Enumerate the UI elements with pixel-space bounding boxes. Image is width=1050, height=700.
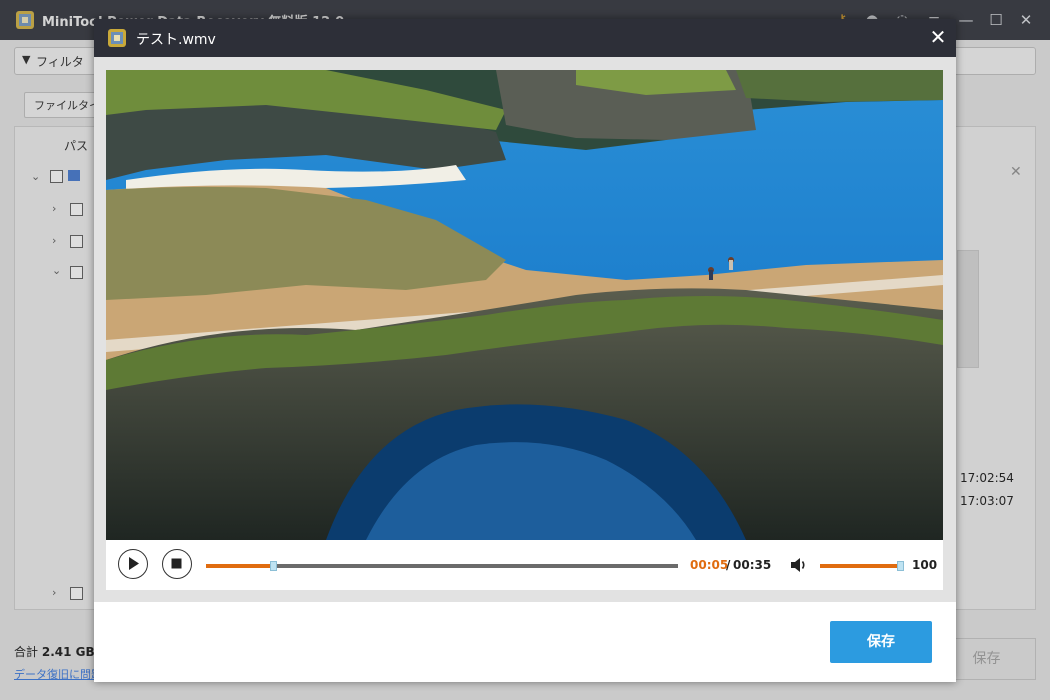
dialog-title: テスト.wmv (136, 32, 216, 48)
play-icon (129, 557, 139, 570)
progress-bar[interactable] (206, 561, 678, 571)
volume-icon[interactable] (788, 554, 810, 576)
volume-fill (820, 564, 898, 568)
play-button[interactable] (118, 549, 148, 579)
video-frame[interactable] (106, 70, 943, 540)
progress-handle[interactable] (270, 561, 278, 571)
preview-dialog: テスト.wmv ✕ 00:05 / 00:35 100 保存 (94, 19, 956, 682)
progress-fill (206, 564, 274, 568)
save-button[interactable]: 保存 (830, 621, 932, 663)
time-separator: / (726, 558, 731, 572)
volume-slider[interactable] (820, 561, 904, 571)
app-logo-icon (106, 27, 128, 49)
volume-handle[interactable] (897, 561, 904, 571)
dialog-titlebar: テスト.wmv ✕ (94, 19, 956, 57)
player-controls: 00:05 / 00:35 100 (106, 540, 943, 590)
dialog-close-icon[interactable]: ✕ (926, 25, 950, 49)
video-scene-image (106, 70, 943, 540)
stop-icon (171, 558, 182, 569)
total-time: 00:35 (733, 558, 772, 572)
current-time: 00:05 (690, 558, 729, 572)
stop-button[interactable] (162, 549, 192, 579)
volume-value: 100 (912, 558, 938, 572)
